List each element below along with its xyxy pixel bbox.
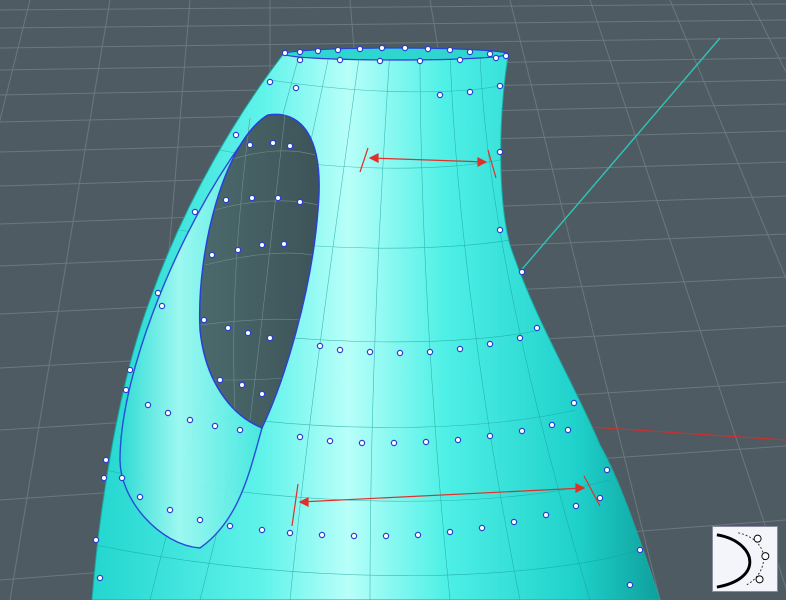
3d-viewport[interactable] [0,0,786,600]
viewport-scene[interactable] [0,0,786,600]
curve-edit-widget[interactable] [712,526,778,592]
vase-model[interactable] [91,47,661,600]
curve-edit-icon [716,532,770,589]
